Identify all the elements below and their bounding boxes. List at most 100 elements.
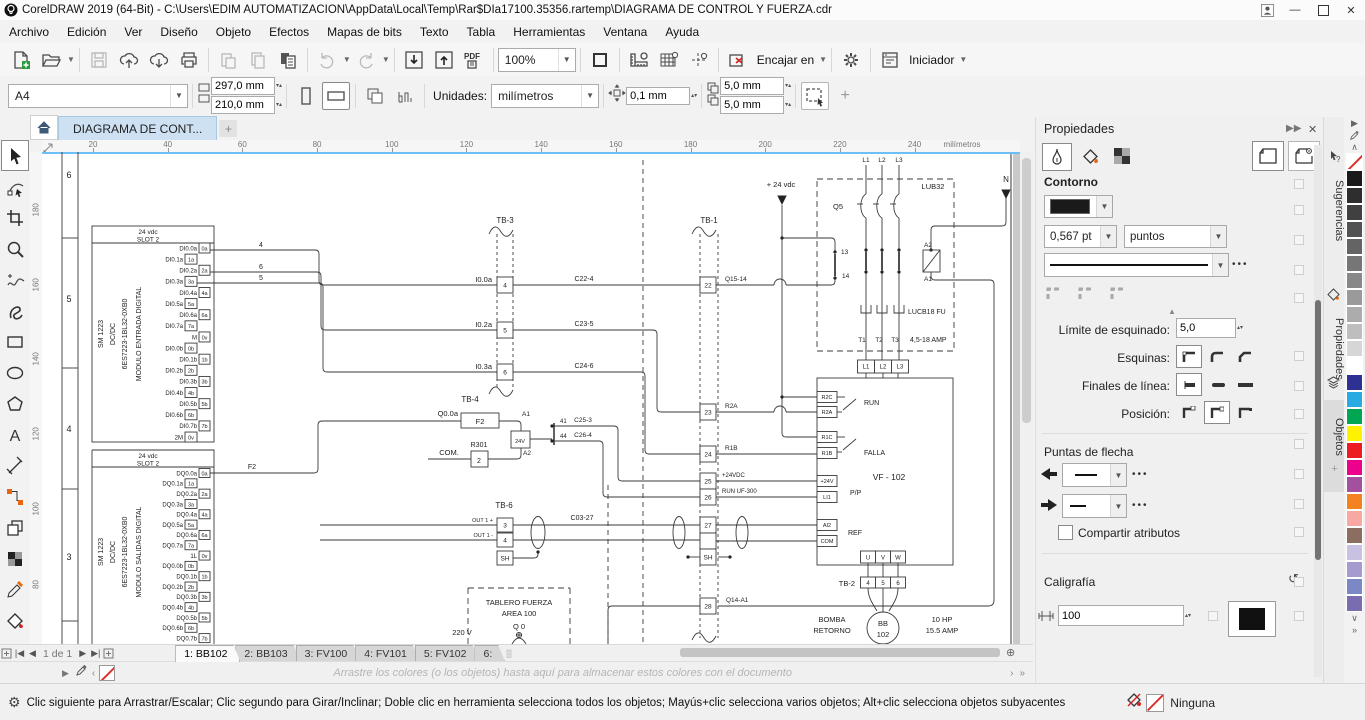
units-combo[interactable]: milímetros▼ [491, 84, 599, 108]
menu-ventana[interactable]: Ventana [594, 20, 656, 43]
artistic-tool[interactable] [1, 295, 29, 326]
export-button[interactable] [430, 46, 458, 74]
close-docker-icon[interactable]: ✕ [1308, 123, 1317, 136]
mini-toggle[interactable] [1294, 351, 1304, 361]
show-grid-button[interactable] [655, 46, 683, 74]
color-swatch[interactable] [1346, 272, 1363, 289]
zoom-navigator-icon[interactable]: ⊕ [1006, 646, 1015, 659]
dimension-tool[interactable] [1, 450, 29, 481]
docker-tab-sugerencias[interactable]: Sugerencias [1324, 168, 1345, 254]
cap-butt-button[interactable] [1176, 373, 1202, 396]
download-cloud-button[interactable] [145, 46, 173, 74]
new-document-tab-button[interactable]: + [219, 120, 237, 137]
vertical-scrollbar[interactable] [1020, 152, 1033, 644]
collapse-docker-icon[interactable]: ▶▶ [1286, 123, 1301, 134]
print-button[interactable] [175, 46, 203, 74]
minimize-button[interactable]: — [1281, 0, 1309, 20]
vertical-scrollbar-thumb[interactable] [1022, 158, 1031, 423]
palette-scroll-down[interactable]: ∨ [1351, 612, 1358, 624]
mini-toggle[interactable] [1294, 577, 1304, 587]
eyedropper-tool[interactable] [1, 574, 29, 605]
arrowhead-end-options-button[interactable]: ••• [1132, 500, 1149, 511]
line-style-options-button[interactable]: ••• [1232, 259, 1249, 270]
mini-toggle[interactable] [1294, 179, 1304, 189]
options-gear-button[interactable] [837, 46, 865, 74]
next-page-button[interactable]: ▶ [76, 646, 89, 661]
shadow-tool[interactable] [1, 512, 29, 543]
save-button[interactable] [85, 46, 113, 74]
mini-toggle[interactable] [1294, 293, 1304, 303]
menu-texto[interactable]: Texto [411, 20, 458, 43]
close-button[interactable]: ✕ [1337, 0, 1365, 20]
wireframe-view-button[interactable] [1252, 141, 1284, 171]
arrowhead-start-combo[interactable]: ▼ [1062, 463, 1127, 487]
share-attributes-checkbox[interactable] [1058, 525, 1073, 540]
eyedropper-icon[interactable] [75, 664, 88, 682]
menu-ayuda[interactable]: Ayuda [656, 20, 708, 43]
spinner[interactable]: ▾▴ [276, 102, 282, 108]
palette-eyedropper-icon[interactable] [1349, 129, 1360, 141]
add-docker-button[interactable]: + [1324, 463, 1345, 483]
publish-pdf-button[interactable]: PDF [460, 46, 488, 74]
fullscreen-preview-button[interactable] [586, 46, 614, 74]
mini-toggle[interactable] [1208, 611, 1218, 621]
color-swatch[interactable] [1346, 323, 1363, 340]
menu-herramientas[interactable]: Herramientas [504, 20, 594, 43]
new-document-button[interactable] [7, 46, 35, 74]
copy-button[interactable] [244, 46, 272, 74]
stretch-input[interactable] [1058, 605, 1184, 626]
first-page-button[interactable]: |◀ [13, 646, 26, 661]
page-width-input[interactable] [211, 77, 275, 95]
color-swatch[interactable] [1346, 289, 1363, 306]
spinner[interactable]: ▴▾ [691, 93, 697, 99]
transparency-tool[interactable] [1, 543, 29, 574]
zoom-level-combo[interactable]: 100%▼ [498, 48, 576, 72]
arrowhead-start-options-button[interactable]: ••• [1132, 469, 1149, 480]
treat-as-filled-button[interactable] [801, 82, 829, 110]
mini-toggle[interactable] [1294, 381, 1304, 391]
show-rulers-button[interactable] [625, 46, 653, 74]
mini-toggle[interactable] [1294, 469, 1304, 479]
cap-square-button[interactable] [1232, 373, 1258, 396]
expand-icon[interactable]: » [1019, 668, 1025, 679]
page-tab-3[interactable]: 3: FV100 [296, 645, 361, 662]
mini-toggle[interactable] [1294, 527, 1304, 537]
color-swatch[interactable] [1346, 510, 1363, 527]
color-swatch[interactable] [1346, 578, 1363, 595]
palette-flyout-icon[interactable]: ▶ [1351, 117, 1358, 129]
color-swatch[interactable] [1346, 306, 1363, 323]
outline-units-combo[interactable]: puntos▼ [1124, 225, 1227, 248]
color-swatch[interactable] [1346, 204, 1363, 221]
position-centered-button[interactable] [1204, 401, 1230, 424]
no-color-swatch[interactable] [99, 665, 115, 681]
color-swatch[interactable] [1346, 374, 1363, 391]
corner-bevel-button[interactable] [1232, 345, 1258, 368]
scroll-up-icon[interactable]: ▲ [1168, 307, 1176, 316]
horizontal-scrollbar-thumb[interactable] [680, 648, 1000, 657]
import-button[interactable] [400, 46, 428, 74]
flyout-icon[interactable]: ▶ [62, 668, 69, 679]
color-swatch[interactable] [1346, 187, 1363, 204]
scroll-left-icon[interactable]: ‹ [92, 668, 95, 679]
menu-efectos[interactable]: Efectos [260, 20, 318, 43]
fill-tool[interactable] [1, 605, 29, 636]
duplicate-x-input[interactable] [720, 77, 784, 95]
menu-tabla[interactable]: Tabla [458, 20, 505, 43]
corner-round-button[interactable] [1204, 345, 1230, 368]
freehand-tool[interactable] [1, 264, 29, 295]
color-swatch[interactable] [1346, 476, 1363, 493]
home-tab[interactable] [30, 115, 58, 140]
spinner[interactable]: ▾▴ [785, 102, 791, 108]
document-tab[interactable]: DIAGRAMA DE CONT... [58, 116, 217, 140]
panel-scrollbar-thumb[interactable] [1315, 300, 1321, 560]
spinner[interactable]: ▾▴ [785, 83, 791, 89]
shape-tool[interactable] [1, 171, 29, 202]
menu-edición[interactable]: Edición [58, 20, 115, 43]
mini-toggle[interactable] [1294, 235, 1304, 245]
transparency-tab[interactable] [1108, 143, 1136, 169]
pick-tool[interactable] [1, 140, 29, 171]
page-height-input[interactable] [211, 96, 275, 114]
tab-splitter[interactable]: ▒ [506, 649, 513, 658]
palette-scroll-up[interactable]: ∧ [1351, 141, 1358, 153]
mini-toggle[interactable] [1294, 409, 1304, 419]
